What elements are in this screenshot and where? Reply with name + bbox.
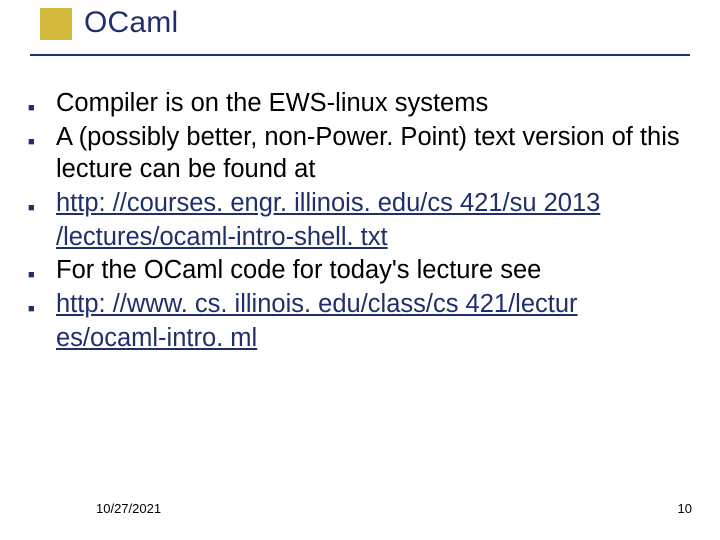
bullet-link[interactable]: http: //courses. engr. illinois. edu/cs … [56, 188, 600, 220]
bullet-icon: ■ [28, 259, 56, 283]
bullet-item: ■ For the OCaml code for today's lecture… [28, 255, 702, 287]
bullet-text: For the OCaml code for today's lecture s… [56, 255, 541, 287]
title-accent-square [40, 8, 72, 40]
bullet-icon: ■ [28, 126, 56, 150]
bullet-item: ■ Compiler is on the EWS-linux systems [28, 88, 702, 120]
bullet-item: ■ http: //courses. engr. illinois. edu/c… [28, 188, 702, 220]
bullet-icon: ■ [28, 293, 56, 317]
bullet-item: ■ http: //www. cs. illinois. edu/class/c… [28, 289, 702, 321]
title-bar: OCaml [0, 0, 720, 64]
bullet-text: Compiler is on the EWS-linux systems [56, 88, 488, 120]
slide: OCaml ■ Compiler is on the EWS-linux sys… [0, 0, 720, 540]
footer-date: 10/27/2021 [96, 501, 161, 516]
bullet-icon: ■ [28, 92, 56, 116]
bullet-item-continuation: /lectures/ocaml-intro-shell. txt [28, 222, 702, 254]
bullet-link[interactable]: http: //www. cs. illinois. edu/class/cs … [56, 289, 578, 321]
bullet-icon: ■ [28, 192, 56, 216]
bullet-spacer [28, 336, 56, 346]
bullet-link[interactable]: es/ocaml-intro. ml [56, 323, 257, 355]
bullet-spacer [28, 235, 56, 245]
slide-title: OCaml [84, 6, 178, 40]
slide-body: ■ Compiler is on the EWS-linux systems ■… [28, 88, 702, 357]
bullet-text: A (possibly better, non-Power. Point) te… [56, 122, 702, 186]
footer-page-number: 10 [678, 501, 692, 516]
bullet-item: ■ A (possibly better, non-Power. Point) … [28, 122, 702, 186]
bullet-link[interactable]: /lectures/ocaml-intro-shell. txt [56, 222, 388, 254]
title-underline [30, 54, 690, 56]
bullet-item-continuation: es/ocaml-intro. ml [28, 323, 702, 355]
